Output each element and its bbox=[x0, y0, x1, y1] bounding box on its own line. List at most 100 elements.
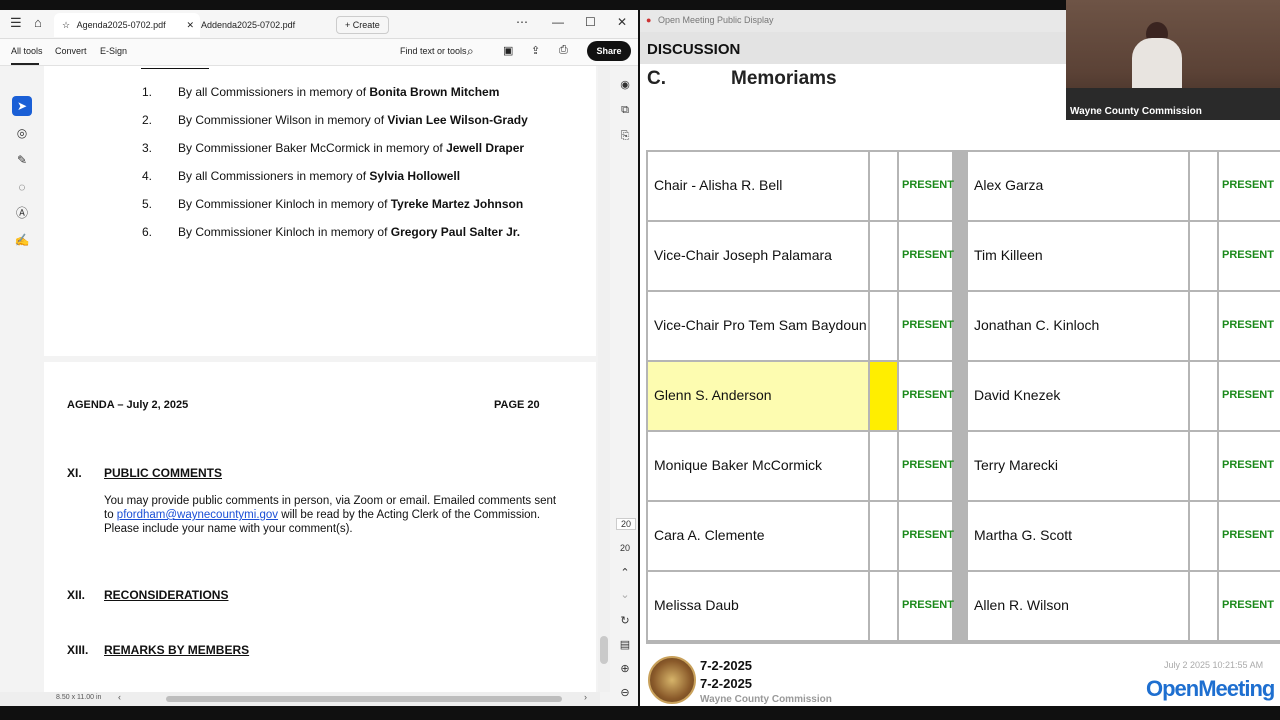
memorial-name: Jewell Draper bbox=[446, 141, 525, 155]
all-tools-tab[interactable]: All tools bbox=[11, 46, 43, 56]
page-view-icon[interactable]: ▤ bbox=[616, 638, 634, 651]
upload-icon[interactable]: ⇪ bbox=[531, 44, 540, 57]
right-tool-rail: ◉ ⧉ ⎘ 20 20 ⌃ ⌄ ↻ ▤ ⊕ ⊖ bbox=[612, 66, 638, 706]
attendee-name-cell: Martha G. Scott bbox=[968, 502, 1188, 570]
create-label: Create bbox=[352, 20, 380, 30]
attendee-name: Melissa Daub bbox=[654, 597, 739, 613]
speaker-marker-cell bbox=[870, 572, 897, 640]
chevron-down-icon[interactable]: ⌄ bbox=[616, 588, 634, 601]
active-tab-indicator bbox=[11, 63, 39, 65]
attendee-status-cell: PRESENT bbox=[899, 362, 954, 430]
refresh-icon[interactable]: ↻ bbox=[616, 614, 634, 627]
zoom-in-icon[interactable]: ⊕ bbox=[616, 662, 634, 675]
share-button[interactable]: Share bbox=[587, 41, 631, 61]
status-present: PRESENT bbox=[1222, 599, 1274, 611]
save-icon[interactable]: ▣ bbox=[503, 44, 513, 57]
star-icon[interactable]: ☆ bbox=[62, 20, 70, 30]
page-number-header: PAGE 20 bbox=[494, 399, 540, 411]
find-tools[interactable]: Find text or tools bbox=[400, 46, 467, 56]
pdf-page-19: 1. By all Commissioners in memory of Bon… bbox=[44, 66, 596, 356]
attendance-grid: Chair - Alisha R. Bell PRESENT Alex Garza P… bbox=[646, 150, 1280, 644]
select-cursor-icon[interactable]: ➤ bbox=[12, 96, 32, 116]
attendee-status-cell: PRESENT bbox=[1219, 222, 1280, 290]
display-window-title: Open Meeting Public Display bbox=[658, 15, 774, 25]
zoom-out-icon[interactable]: ⊖ bbox=[616, 686, 634, 699]
chevron-right-icon[interactable]: › bbox=[584, 692, 587, 702]
memorial-prefix: By Commissioner Kinloch in memory of bbox=[178, 197, 391, 211]
bookmark-icon[interactable]: ⧉ bbox=[616, 104, 634, 117]
sign-icon[interactable]: ✍ bbox=[12, 230, 32, 250]
create-button[interactable]: + Create bbox=[336, 16, 389, 34]
status-present: PRESENT bbox=[1222, 459, 1274, 471]
convert-tab[interactable]: Convert bbox=[55, 46, 87, 56]
copy-icon[interactable]: ⎘ bbox=[616, 130, 634, 143]
tab-agenda[interactable]: ☆ Agenda2025-0702.pdf ✕ bbox=[54, 13, 200, 37]
footer-date: 7-2-2025 bbox=[700, 658, 753, 673]
total-pages: 20 bbox=[619, 543, 630, 553]
speaker-marker-cell bbox=[1190, 152, 1217, 220]
status-present: PRESENT bbox=[1222, 319, 1274, 331]
memorial-number: 2. bbox=[142, 113, 153, 127]
comment-bubble-icon[interactable]: ◉ bbox=[616, 78, 634, 91]
print-icon[interactable]: ⎙ bbox=[559, 44, 568, 57]
status-present: PRESENT bbox=[902, 179, 954, 191]
more-icon[interactable]: ⋯ bbox=[516, 15, 528, 29]
speaker-marker-cell bbox=[870, 222, 897, 290]
lasso-icon[interactable]: ◌ bbox=[12, 177, 32, 197]
public-comments-line: will be read by the Acting Clerk of the … bbox=[278, 509, 541, 521]
attendee-name-cell: Terry Marecki bbox=[968, 432, 1188, 500]
horizontal-scroll-thumb[interactable] bbox=[166, 696, 562, 702]
speaker-marker-cell bbox=[870, 292, 897, 360]
attendee-name: Monique Baker McCormick bbox=[654, 457, 823, 473]
status-present: PRESENT bbox=[902, 319, 954, 331]
status-present: PRESENT bbox=[902, 459, 954, 471]
search-icon[interactable]: ⌕ bbox=[467, 44, 474, 59]
close-tab-icon[interactable]: ✕ bbox=[186, 13, 194, 37]
comment-icon[interactable]: ◎ bbox=[12, 123, 32, 143]
tab-addenda[interactable]: Addenda2025-0702.pdf bbox=[201, 13, 295, 37]
minimize-icon[interactable]: — bbox=[552, 15, 564, 29]
esign-tab[interactable]: E-Sign bbox=[100, 46, 127, 56]
chevron-left-icon[interactable]: ‹ bbox=[118, 692, 121, 702]
vertical-scrollbar[interactable] bbox=[598, 66, 610, 692]
home-icon[interactable]: ⌂ bbox=[34, 15, 42, 30]
attendee-status-cell: PRESENT bbox=[1219, 432, 1280, 500]
attendee-status-cell: PRESENT bbox=[899, 572, 954, 640]
memorial-prefix: By all Commissioners in memory of bbox=[178, 169, 370, 183]
pen-icon[interactable]: ✎ bbox=[12, 150, 32, 170]
scrollbar-thumb[interactable] bbox=[600, 636, 608, 664]
speaker-marker-cell bbox=[870, 502, 897, 570]
speaker-marker-cell bbox=[1190, 292, 1217, 360]
agenda-date-header: AGENDA – July 2, 2025 bbox=[67, 399, 189, 411]
memorial-prefix: By Commissioner Wilson in memory of bbox=[178, 113, 388, 127]
email-link[interactable]: pfordham@waynecountymi.gov bbox=[117, 509, 278, 521]
openmeeting-logo: OpenMeeting bbox=[1146, 676, 1275, 701]
attendee-status-cell: PRESENT bbox=[899, 222, 954, 290]
current-page-box[interactable]: 20 bbox=[616, 518, 636, 530]
pdf-page-20: AGENDA – July 2, 2025 PAGE 20 XI. PUBLIC… bbox=[44, 362, 596, 692]
chevron-up-icon[interactable]: ⌃ bbox=[616, 566, 634, 579]
attendee-name-cell: Monique Baker McCormick bbox=[648, 432, 868, 500]
pdf-toolbar: All tools Convert E-Sign Find text or to… bbox=[0, 39, 638, 66]
text-box-icon[interactable]: Ⓐ bbox=[12, 203, 32, 223]
close-window-icon[interactable]: ✕ bbox=[617, 15, 627, 29]
section-title: REMARKS BY MEMBERS bbox=[104, 643, 250, 657]
footer-date: 7-2-2025 bbox=[700, 676, 753, 691]
status-present: PRESENT bbox=[1222, 249, 1274, 261]
section-title: PUBLIC COMMENTS bbox=[104, 466, 222, 480]
maximize-icon[interactable]: ☐ bbox=[585, 15, 596, 29]
attendee-name: Glenn S. Anderson bbox=[654, 387, 772, 403]
speaker-marker-cell bbox=[870, 152, 897, 220]
attendee-name-cell: Chair - Alisha R. Bell bbox=[648, 152, 868, 220]
video-caption: Wayne County Commission bbox=[1070, 106, 1202, 117]
status-present: PRESENT bbox=[902, 389, 954, 401]
section-number: XI. bbox=[67, 466, 82, 480]
menu-icon[interactable]: ☰ bbox=[10, 15, 22, 31]
horizontal-scrollbar[interactable]: 8.50 x 11.00 in ‹ › bbox=[0, 692, 600, 706]
attendee-status-cell: PRESENT bbox=[1219, 152, 1280, 220]
attendee-name: Chair - Alisha R. Bell bbox=[654, 177, 783, 193]
attendee-name: Vice-Chair Joseph Palamara bbox=[654, 247, 832, 263]
section-title: Memoriams bbox=[731, 68, 837, 89]
left-tool-rail: ➤ ◎ ✎ ◌ Ⓐ ✍ bbox=[0, 66, 42, 706]
pdf-viewer: ☰ ⌂ ☆ Agenda2025-0702.pdf ✕ Addenda2025-… bbox=[0, 10, 638, 706]
